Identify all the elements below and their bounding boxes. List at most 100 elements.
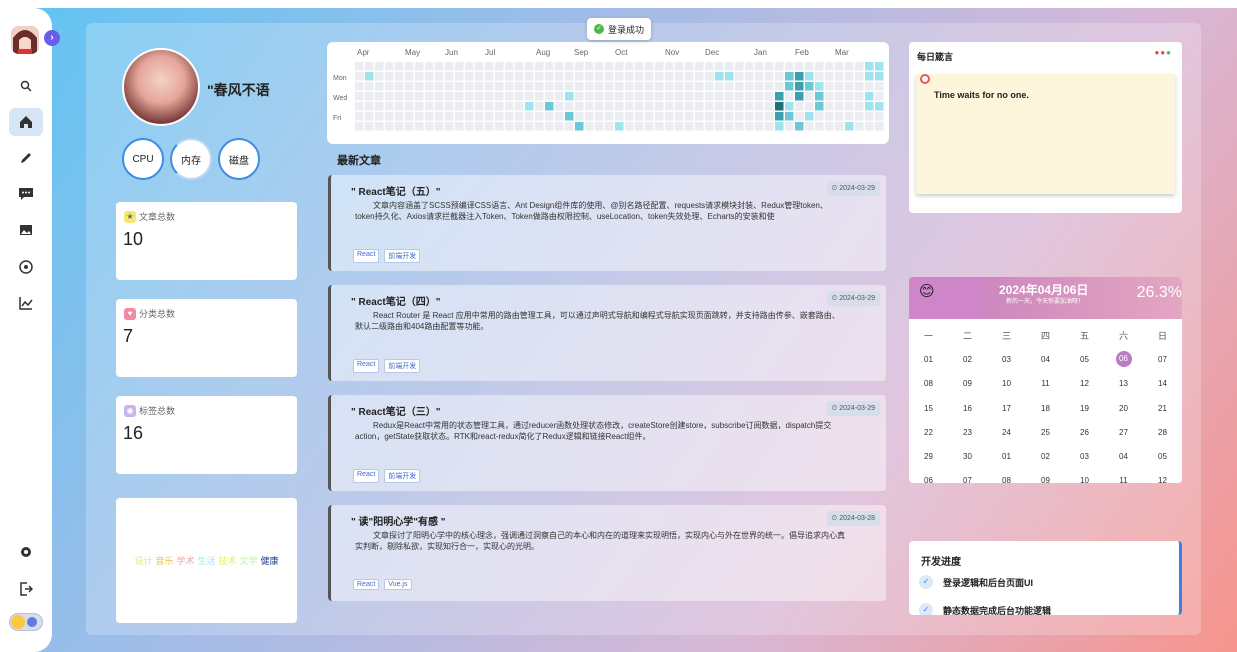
tag-item[interactable]: 学术 xyxy=(176,554,194,567)
calendar-day[interactable]: 08 xyxy=(909,379,948,388)
chart-icon[interactable] xyxy=(9,289,43,317)
expand-sidebar-icon[interactable]: › xyxy=(44,30,60,46)
article-date-text: 2024-03-28 xyxy=(839,515,875,522)
calendar-day[interactable]: 05 xyxy=(1143,452,1182,461)
calendar-day[interactable]: 02 xyxy=(1026,452,1065,461)
calendar-day[interactable]: 15 xyxy=(909,404,948,413)
weekday-label: 二 xyxy=(962,330,972,341)
article-tag[interactable]: 前端开发 xyxy=(384,359,421,373)
article-date-text: 2024-03-29 xyxy=(839,185,875,192)
calendar-day[interactable]: 10 xyxy=(987,379,1026,388)
calendar-day[interactable]: 10 xyxy=(1065,476,1104,483)
calendar-day[interactable]: 05 xyxy=(1065,355,1104,364)
image-icon[interactable] xyxy=(9,216,43,244)
sidebar-avatar[interactable] xyxy=(11,26,39,54)
calendar-day[interactable]: 22 xyxy=(909,428,948,437)
calendar-day[interactable]: 03 xyxy=(1065,452,1104,461)
calendar-day[interactable]: 23 xyxy=(948,428,987,437)
calendar-day[interactable]: 24 xyxy=(987,428,1026,437)
calendar-day[interactable]: 11 xyxy=(1026,379,1065,388)
article-tag[interactable]: React xyxy=(353,249,380,263)
calendar-day[interactable]: 11 xyxy=(1104,476,1143,483)
calendar-day[interactable]: 17 xyxy=(987,404,1026,413)
article-count-card: ★ 文章总数 10 xyxy=(116,202,297,280)
month-label: Oct xyxy=(615,48,628,57)
calendar-day[interactable]: 04 xyxy=(1026,355,1065,364)
day-label: Mon xyxy=(333,75,347,82)
calendar-day[interactable]: 02 xyxy=(948,355,987,364)
article-title[interactable]: " React笔记（三）" xyxy=(351,403,441,418)
calendar-day-number: 03 xyxy=(1002,354,1011,364)
calendar-day-number: 15 xyxy=(924,403,933,413)
calendar-day[interactable]: 21 xyxy=(1143,404,1182,413)
month-label: Dec xyxy=(705,48,720,57)
article-tag[interactable]: Vue.js xyxy=(384,579,412,590)
article-tag[interactable]: React xyxy=(353,469,380,483)
calendar-day[interactable]: 04 xyxy=(1104,452,1143,461)
calendar-day[interactable]: 25 xyxy=(1026,428,1065,437)
tag-item[interactable]: 生活 xyxy=(197,554,215,567)
calendar-day[interactable]: 14 xyxy=(1143,379,1182,388)
tag-item[interactable]: 文学 xyxy=(240,554,258,567)
calendar-day[interactable]: 18 xyxy=(1026,404,1065,413)
calendar-day[interactable]: 28 xyxy=(1143,428,1182,437)
article-card[interactable]: " React笔记（三）" ⏲ 2024-03-29 Redux是React中常用的… xyxy=(328,395,886,491)
article-card[interactable]: " React笔记（四）" ⏲ 2024-03-29 React Router 是 … xyxy=(328,285,886,381)
comment-icon[interactable] xyxy=(9,180,43,208)
day-label: Wed xyxy=(333,95,348,102)
calendar-day[interactable]: 13 xyxy=(1104,379,1143,388)
tag-item[interactable]: 技术 xyxy=(219,554,237,567)
edit-icon[interactable] xyxy=(9,144,43,172)
article-tag[interactable]: React xyxy=(353,359,380,373)
palette-icon[interactable] xyxy=(9,253,43,281)
calendar-day[interactable]: 08 xyxy=(987,476,1026,483)
calendar-day[interactable]: 06 xyxy=(1104,351,1143,368)
calendar-day-number: 14 xyxy=(1158,379,1167,389)
calendar-day[interactable]: 12 xyxy=(1065,379,1104,388)
calendar-day-number: 13 xyxy=(1119,379,1128,389)
article-tag[interactable]: React xyxy=(353,579,380,590)
home-icon[interactable] xyxy=(9,108,43,136)
calendar-day[interactable]: 12 xyxy=(1143,476,1182,483)
calendar-day-number: 05 xyxy=(1080,354,1089,364)
calendar-day[interactable]: 07 xyxy=(1143,355,1182,364)
article-tag[interactable]: 前端开发 xyxy=(384,469,421,483)
article-card[interactable]: " React笔记（五）" ⏲ 2024-03-29 文章内容涵盖了SCSS预编译C… xyxy=(328,175,886,271)
logout-icon[interactable] xyxy=(9,575,43,603)
tag-item[interactable]: 健康 xyxy=(261,554,279,567)
calendar-day[interactable]: 19 xyxy=(1065,404,1104,413)
search-icon[interactable] xyxy=(9,72,43,100)
article-title[interactable]: " React笔记（四）" xyxy=(351,293,441,308)
article-title[interactable]: " React笔记（五）" xyxy=(351,183,441,198)
tag-item[interactable]: 设计 xyxy=(134,554,152,567)
calendar-day[interactable]: 29 xyxy=(909,452,948,461)
calendar-day[interactable]: 07 xyxy=(948,476,987,483)
calendar-day[interactable]: 06 xyxy=(909,476,948,483)
category-count-card: ♥ 分类总数 7 xyxy=(116,299,297,377)
article-tags: React 前端开发 xyxy=(353,249,421,263)
calendar-day[interactable]: 01 xyxy=(909,355,948,364)
month-label: Jul xyxy=(485,48,496,57)
article-title[interactable]: " 读"阳明心学"有感 " xyxy=(351,513,446,528)
settings-icon[interactable] xyxy=(9,538,43,566)
calendar-day[interactable]: 09 xyxy=(1026,476,1065,483)
tag-item[interactable]: 音乐 xyxy=(155,554,173,567)
calendar-day[interactable]: 30 xyxy=(948,452,987,461)
latest-articles-title: 最新文章 xyxy=(337,155,381,167)
calendar-day[interactable]: 09 xyxy=(948,379,987,388)
weekday-row: 一二三四五六日 xyxy=(909,323,1182,347)
quote-text: Time waits for no one. xyxy=(934,90,1029,100)
calendar-day-number: 23 xyxy=(963,427,972,437)
article-date: ⏲ 2024-03-29 xyxy=(826,401,880,416)
article-card[interactable]: " 读"阳明心学"有感 " ⏲ 2024-03-28 文章探讨了阳明心学中的核心理念… xyxy=(328,505,886,601)
calendar-day[interactable]: 26 xyxy=(1065,428,1104,437)
article-tag[interactable]: 前端开发 xyxy=(384,249,421,263)
weekday-label: 五 xyxy=(1079,330,1089,341)
calendar-day[interactable]: 16 xyxy=(948,404,987,413)
calendar-day[interactable]: 20 xyxy=(1104,404,1143,413)
memory-ring: 内存 xyxy=(170,138,212,180)
calendar-day[interactable]: 03 xyxy=(987,355,1026,364)
calendar-day[interactable]: 27 xyxy=(1104,428,1143,437)
theme-toggle[interactable] xyxy=(9,613,43,631)
calendar-day[interactable]: 01 xyxy=(987,452,1026,461)
